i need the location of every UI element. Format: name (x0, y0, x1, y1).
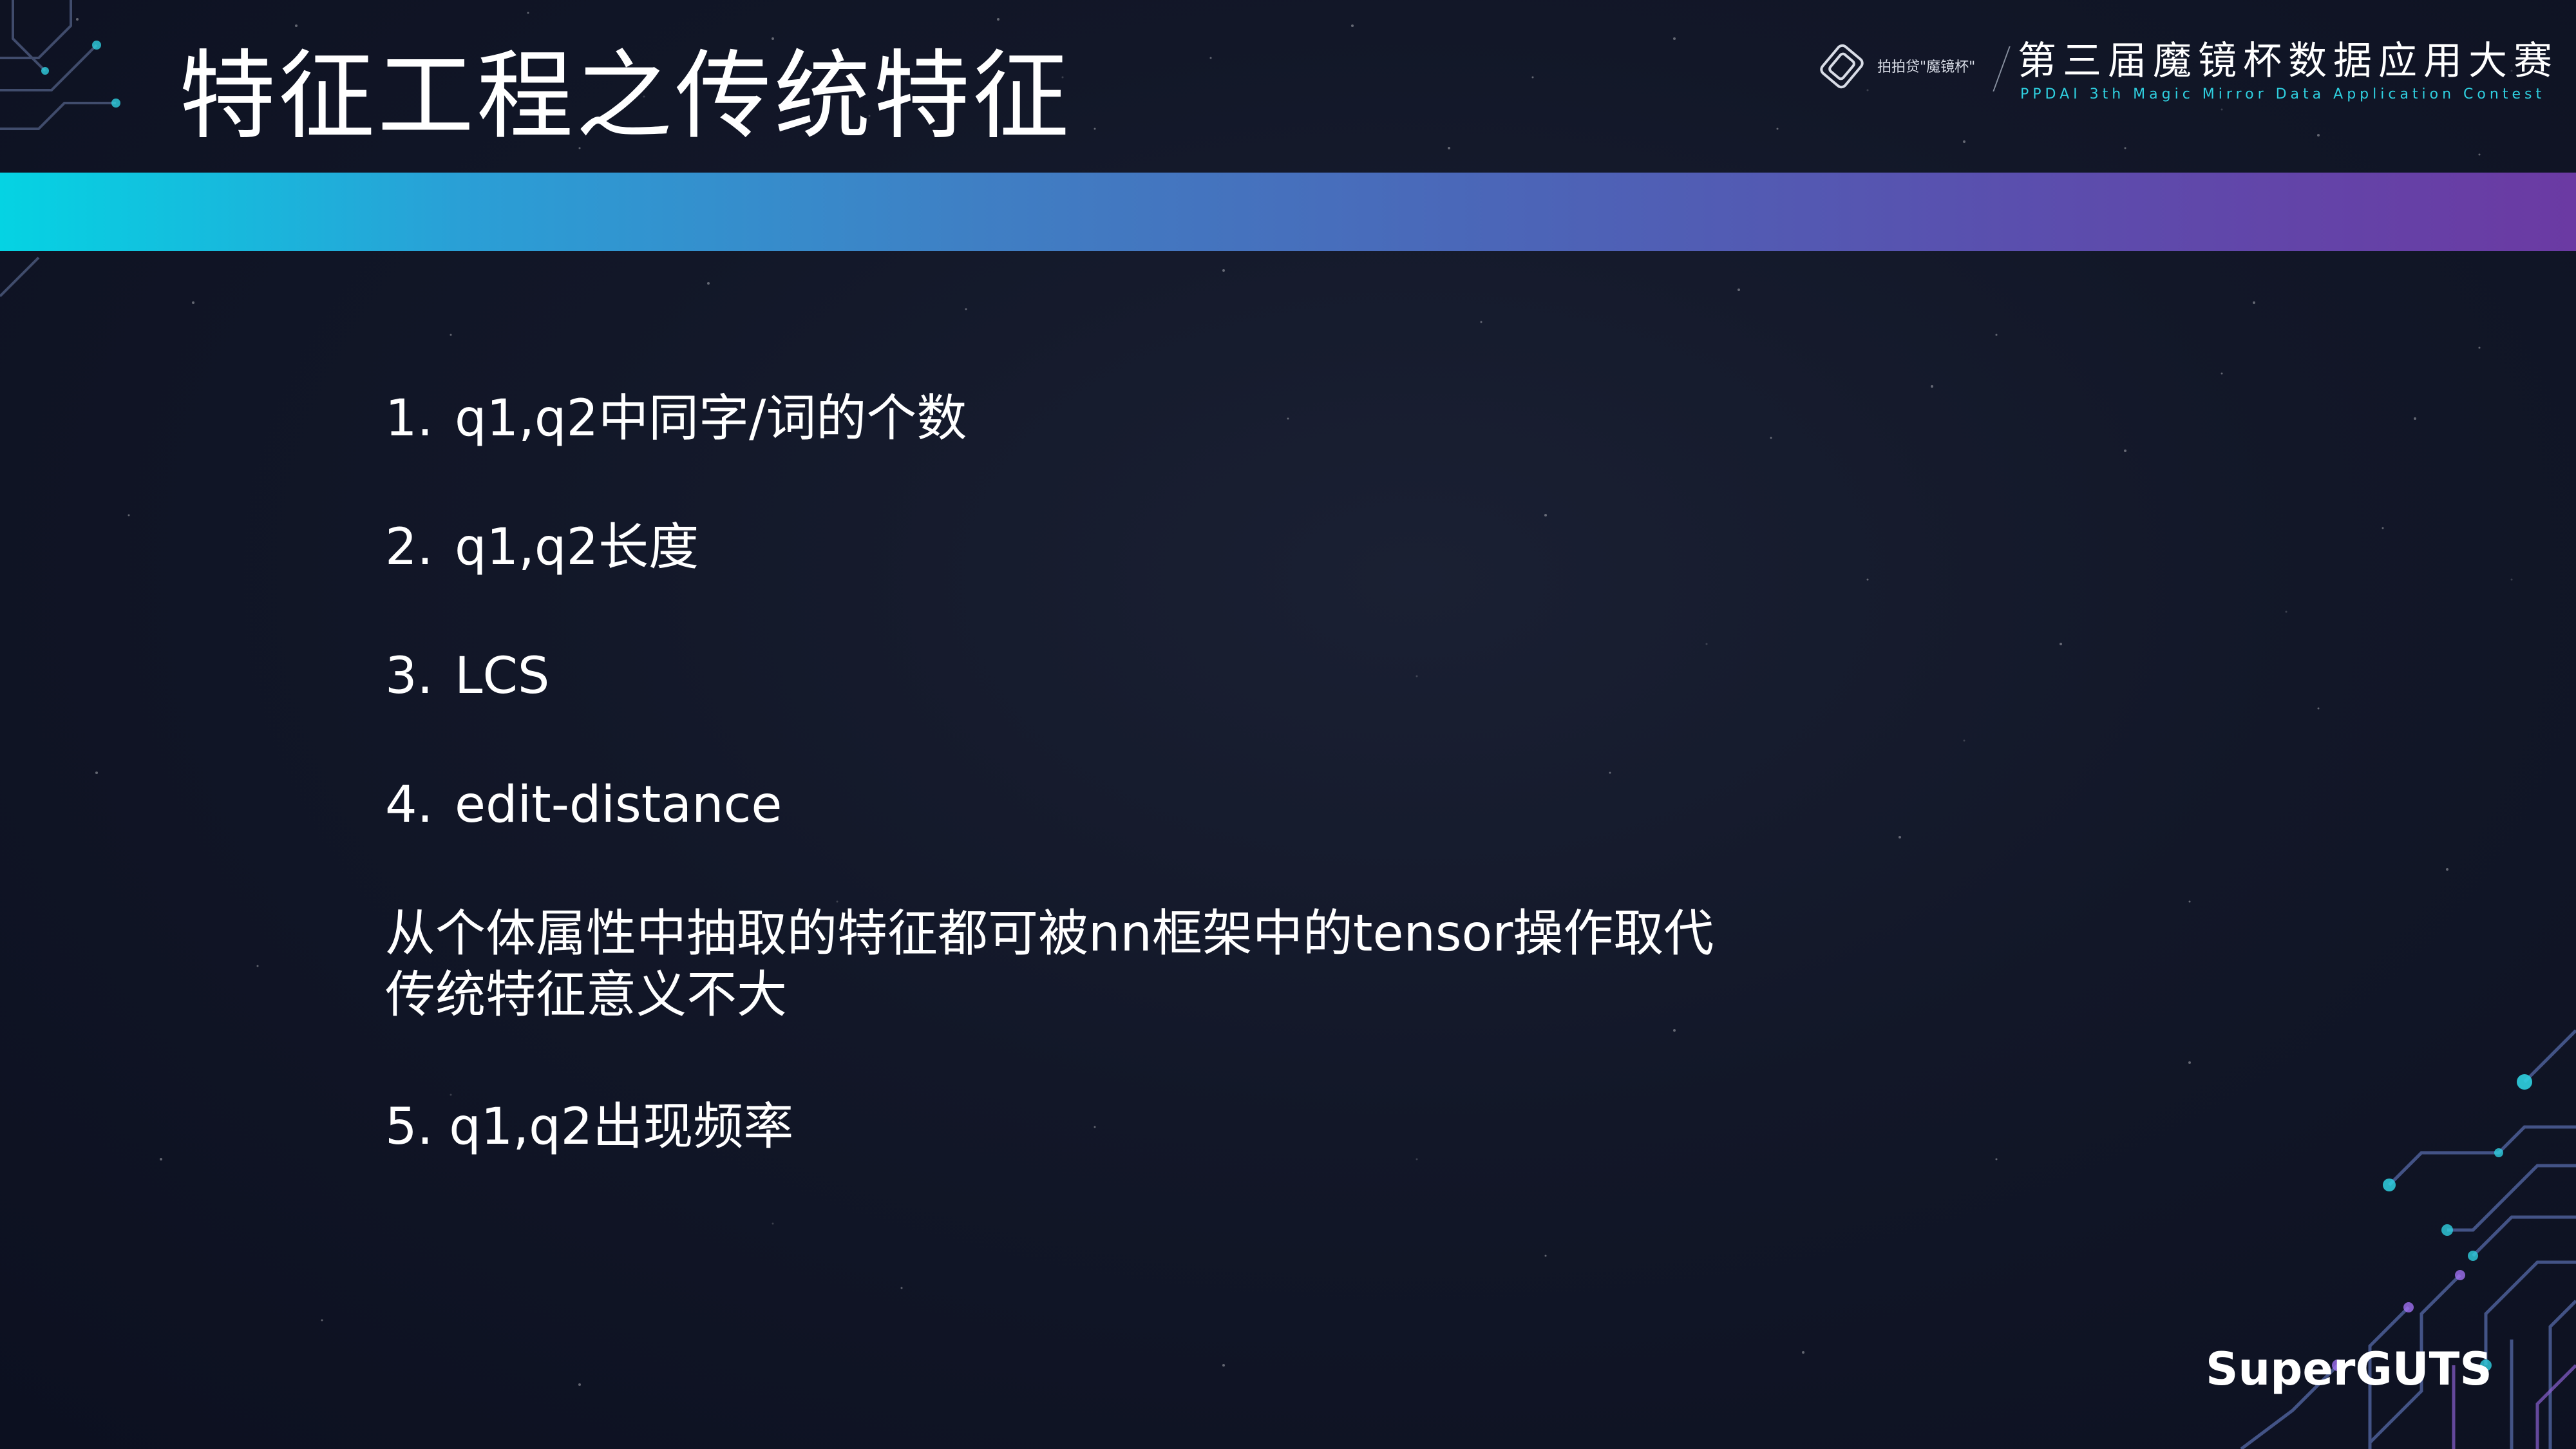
list-item-text: q1,q2长度 (455, 518, 699, 576)
brand-divider (1993, 46, 2011, 91)
list-item: 2. q1,q2长度 (385, 515, 699, 580)
list-item-number: 3. (385, 647, 433, 705)
list-item: 1. q1,q2中同字/词的个数 (385, 386, 967, 451)
mirror-logo-icon (1820, 44, 1864, 89)
note-line-1: 从个体属性中抽取的特征都可被nn框架中的tensor操作取代 (385, 905, 1714, 963)
brand-title: 第三届魔镜杯数据应用大赛 (2018, 39, 2559, 84)
list-item-number: 1. (385, 390, 433, 448)
list-item-text: LCS (455, 647, 550, 705)
watermark-supergut: SuperGUTS (2206, 1343, 2492, 1396)
list-item: 4. edit-distance (385, 773, 782, 837)
brand-logo-text: 拍拍贷"魔镜杯" (1877, 59, 1976, 75)
slide-title: 特征工程之传统特征 (179, 41, 1072, 153)
brand-header: 拍拍贷"魔镜杯" 第三届魔镜杯数据应用大赛 PPDAI 3th Magic Mi… (1813, 33, 2552, 117)
note-line-2: 传统特征意义不大 (385, 966, 788, 1024)
list-item-5: 5. q1,q2出现频率 (385, 1098, 794, 1156)
list-item-number: 4. (385, 776, 433, 834)
list-item-number: 2. (385, 518, 433, 576)
list-item-text: q1,q2中同字/词的个数 (455, 390, 967, 448)
header-gradient-bar (0, 173, 2576, 251)
brand-subtitle: PPDAI 3th Magic Mirror Data Application … (2020, 86, 2546, 102)
list-item: 3. LCS (385, 644, 549, 708)
list-item-text: edit-distance (455, 776, 782, 834)
